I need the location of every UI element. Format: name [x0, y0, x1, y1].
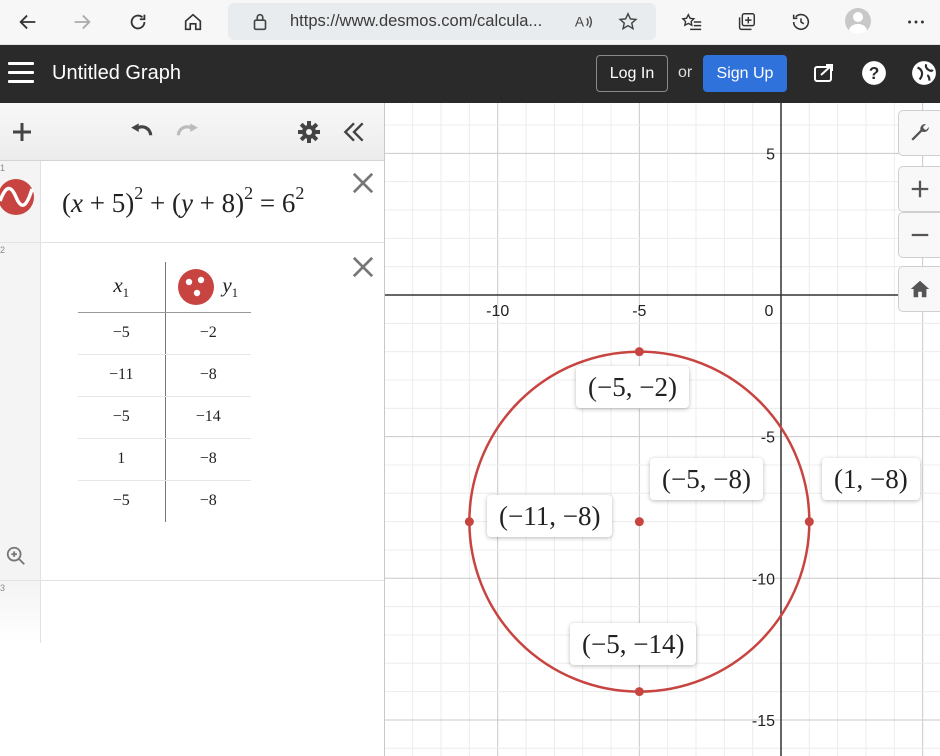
or-text: or	[678, 64, 693, 81]
profile-avatar[interactable]	[845, 8, 871, 34]
table-cell[interactable]: −5	[78, 312, 166, 355]
point-label[interactable]: (−5, −2)	[576, 366, 689, 408]
data-point	[634, 687, 644, 697]
table-cell[interactable]: −5	[78, 480, 166, 522]
expression-toolbar	[0, 103, 384, 161]
zoom-out-icon[interactable]	[898, 212, 940, 258]
expression-item-3[interactable]: 3	[0, 581, 384, 643]
expression-gutter: 3	[0, 581, 41, 643]
share-icon[interactable]	[810, 59, 838, 87]
data-point	[804, 517, 814, 527]
expression-list: 1 (x + 5)2 + (y + 8)2 = 62 2 x1 y1 −5 −2…	[0, 103, 385, 756]
history-icon[interactable]	[785, 6, 817, 38]
y-tick-label: -15	[752, 713, 775, 730]
expression-gutter: 2	[0, 243, 41, 580]
point-label[interactable]: (1, −8)	[822, 458, 920, 500]
undo-icon[interactable]	[127, 117, 157, 147]
y-tick-label: -5	[761, 430, 775, 447]
point-label[interactable]: (−5, −8)	[650, 458, 763, 500]
data-table[interactable]: x1 y1 −5 −2 −11 −8 −5 −14 1 −8 −5 −8	[78, 262, 251, 522]
expression-item-2[interactable]: 2 x1 y1 −5 −2 −11 −8 −5 −14 1 −8 −5 −8	[0, 243, 384, 581]
forward-icon[interactable]	[66, 6, 98, 38]
svg-text:?: ?	[869, 63, 880, 83]
table-cell[interactable]: −8	[165, 354, 251, 397]
x-tick-label: -5	[632, 303, 646, 320]
x-tick-label: 0	[765, 303, 774, 320]
svg-text:A: A	[575, 15, 585, 30]
data-point	[634, 347, 644, 357]
table-row: −5 −14	[78, 396, 251, 439]
table-row: −5 −2	[78, 312, 251, 355]
circle-equation[interactable]: (x + 5)2 + (y + 8)2 = 62	[62, 183, 304, 219]
table-cell[interactable]: −11	[78, 354, 166, 397]
data-point	[634, 517, 644, 527]
url-text[interactable]: https://www.desmos.com/calcula...	[290, 12, 542, 31]
signup-button[interactable]: Sign Up	[703, 55, 787, 92]
favorites-icon[interactable]	[676, 6, 708, 38]
redo-icon[interactable]	[172, 117, 202, 147]
table-row: 1 −8	[78, 438, 251, 481]
expression-gutter: 1	[0, 161, 41, 242]
back-icon[interactable]	[12, 6, 44, 38]
row-number: 2	[0, 245, 6, 255]
y-tick-label: 5	[766, 146, 775, 163]
app-header: Untitled Graph Log In or Sign Up ?	[0, 45, 940, 103]
lock-icon[interactable]	[244, 6, 276, 38]
login-button[interactable]: Log In	[596, 55, 668, 92]
table-cell[interactable]: −8	[165, 438, 251, 481]
home-icon[interactable]	[177, 6, 209, 38]
refresh-icon[interactable]	[122, 6, 154, 38]
x-tick-label: -10	[486, 303, 509, 320]
add-item-icon[interactable]	[7, 117, 37, 147]
row-number: 3	[0, 583, 6, 593]
delete-table-icon[interactable]	[350, 254, 376, 280]
table-header-row: x1 y1	[78, 262, 251, 313]
table-row: −11 −8	[78, 354, 251, 397]
table-cell[interactable]: −5	[78, 396, 166, 439]
help-icon[interactable]: ?	[860, 59, 888, 87]
hamburger-menu-icon[interactable]	[8, 62, 34, 84]
data-point	[464, 517, 474, 527]
table-cell[interactable]: −8	[165, 480, 251, 522]
table-cell[interactable]: 1	[78, 438, 166, 481]
point-label[interactable]: (−5, −14)	[570, 623, 697, 665]
read-aloud-icon[interactable]: A	[568, 6, 600, 38]
expression-item-1[interactable]: 1 (x + 5)2 + (y + 8)2 = 62	[0, 161, 384, 243]
table-cell[interactable]: −2	[165, 312, 251, 355]
y-tick-label: -10	[752, 571, 775, 588]
settings-gear-icon[interactable]	[294, 117, 324, 147]
zoom-in-icon[interactable]	[898, 166, 940, 212]
graph-title[interactable]: Untitled Graph	[52, 62, 181, 85]
table-cell[interactable]: −14	[165, 396, 251, 439]
more-options-icon[interactable]	[900, 6, 932, 38]
collections-icon[interactable]	[730, 6, 762, 38]
browser-toolbar: https://www.desmos.com/calcula... A	[0, 0, 940, 45]
row-number: 1	[0, 163, 6, 173]
add-favorite-icon[interactable]	[612, 6, 644, 38]
points-color-icon[interactable]	[178, 268, 215, 305]
delete-expression-icon[interactable]	[350, 170, 376, 196]
curve-color-icon[interactable]	[0, 179, 36, 215]
address-bar[interactable]: https://www.desmos.com/calcula... A	[228, 3, 656, 40]
x-column-header[interactable]: x1	[78, 262, 166, 313]
table-row: −5 −8	[78, 480, 251, 522]
collapse-list-icon[interactable]	[339, 117, 369, 147]
default-view-home-icon[interactable]	[898, 266, 940, 312]
graph-settings-wrench-icon[interactable]	[898, 110, 940, 156]
graph-paper[interactable]: -10 -5 0 5 -5 -10 -15 (−5, −2) (−5, −8) (1, −8) (…	[385, 103, 940, 756]
y-column-header[interactable]: y1	[165, 262, 251, 313]
language-globe-icon[interactable]	[910, 59, 938, 87]
point-label[interactable]: (−11, −8)	[487, 495, 613, 537]
zoom-fit-icon[interactable]	[5, 545, 27, 567]
